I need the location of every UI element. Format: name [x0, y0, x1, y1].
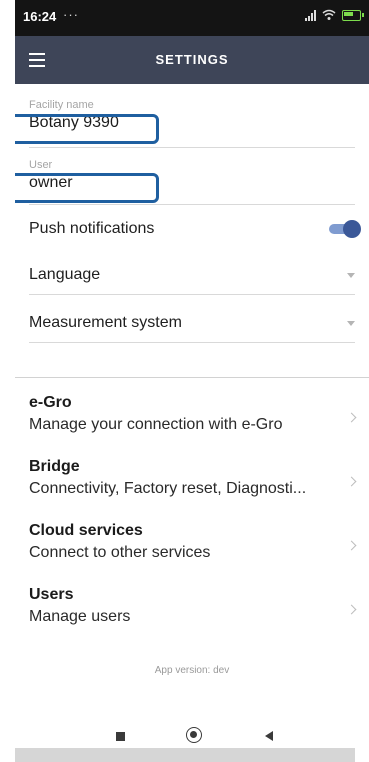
facility-name-underline: [29, 147, 355, 148]
dropdown-arrow-icon: [347, 272, 355, 278]
wifi-icon: [322, 9, 336, 20]
signal-icon: [305, 9, 316, 21]
user-label: User: [29, 159, 53, 171]
user-underline: [29, 204, 355, 205]
status-bar: 16:24 ···: [15, 0, 369, 36]
push-notifications-row[interactable]: Push notifications: [29, 212, 361, 246]
nav-item-title: Bridge: [29, 458, 80, 475]
nav-item-subtitle: Connect to other services: [29, 544, 211, 561]
nav-item-subtitle: Manage your connection with e-Gro: [29, 416, 283, 433]
home-circle-icon[interactable]: [186, 727, 202, 743]
section-divider: [15, 377, 369, 378]
user-highlight-box: [15, 173, 159, 203]
nav-item-bridge[interactable]: Bridge Connectivity, Factory reset, Diag…: [29, 458, 359, 512]
facility-name-highlight-box: [15, 114, 159, 144]
push-notifications-label: Push notifications: [29, 220, 155, 237]
measurement-system-label: Measurement system: [29, 314, 182, 331]
app-bar: SETTINGS: [15, 36, 369, 84]
page-title: SETTINGS: [155, 52, 229, 67]
language-label: Language: [29, 266, 101, 283]
nav-item-e-gro[interactable]: e-Gro Manage your connection with e-Gro: [29, 394, 359, 448]
app-version-label: App version: dev: [154, 665, 230, 676]
nav-item-subtitle: Connectivity, Factory reset, Diagnosti..…: [29, 480, 307, 497]
push-notifications-toggle[interactable]: [329, 220, 361, 238]
measurement-system-row[interactable]: Measurement system: [29, 306, 359, 340]
nav-item-users[interactable]: Users Manage users: [29, 586, 359, 640]
status-icons: [305, 9, 364, 21]
language-row[interactable]: Language: [29, 258, 359, 292]
nav-item-title: e-Gro: [29, 394, 72, 411]
bottom-gray-strip: [15, 748, 355, 762]
status-notification-dots: ···: [63, 7, 79, 22]
status-time: 16:24: [23, 9, 57, 24]
back-triangle-icon[interactable]: [265, 731, 273, 741]
nav-item-title: Users: [29, 586, 74, 603]
square-nav-icon[interactable]: [116, 732, 125, 741]
language-underline: [29, 294, 355, 295]
facility-name-label: Facility name: [29, 99, 94, 111]
toggle-knob: [343, 220, 361, 238]
phone-screen: 16:24 ··· SETTINGS Facility name Botany …: [15, 0, 369, 762]
nav-item-title: Cloud services: [29, 522, 143, 539]
measurement-system-underline: [29, 342, 355, 343]
nav-item-cloud-services[interactable]: Cloud services Connect to other services: [29, 522, 359, 576]
battery-icon: [342, 9, 364, 21]
nav-item-subtitle: Manage users: [29, 608, 131, 625]
dropdown-arrow-icon: [347, 320, 355, 326]
